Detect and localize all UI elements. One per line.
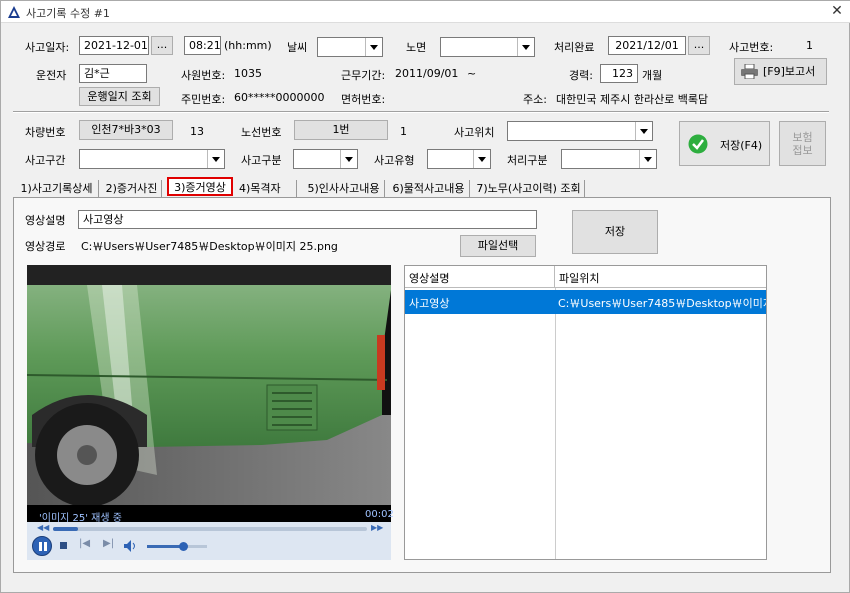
save-f4-label: 저장(F4): [720, 139, 763, 152]
road-label: 노면: [406, 41, 427, 54]
emp-no-value: 1035: [234, 67, 262, 80]
row-path-cell: C:￦Users￦User7485￦Desktop￦이미지 25.png: [558, 297, 766, 310]
grid-header-desc[interactable]: 영상설명: [405, 266, 555, 288]
rrn-label: 주민번호:: [181, 93, 226, 106]
video-player[interactable]: '이미지 25' 재생 중 00:02 ◀◀ ▶▶ |◀ ▶|: [27, 265, 394, 560]
weather-combo[interactable]: [317, 37, 383, 57]
playback-time: 00:02: [365, 509, 394, 520]
route-button[interactable]: 1번: [294, 120, 388, 140]
chevron-down-icon[interactable]: [340, 150, 357, 168]
pause-icon[interactable]: [32, 536, 52, 556]
done-label: 처리완료: [554, 41, 595, 54]
type-label: 사고구분: [241, 154, 282, 167]
volume-knob[interactable]: [179, 542, 188, 551]
accident-edit-window: 사고기록 수정 #1 ✕ 사고일자: 2021-12-01 ... 08:21 …: [0, 0, 850, 593]
row-desc-cell: 사고영상: [409, 297, 450, 310]
rewind-icon[interactable]: ◀◀: [37, 523, 49, 532]
window-title: 사고기록 수정 #1: [26, 7, 110, 20]
route-code-value: 1: [400, 125, 407, 138]
seek-progress: [53, 527, 78, 531]
car-code-value: 13: [190, 125, 204, 138]
save-f4-button[interactable]: 저장(F4): [679, 121, 770, 166]
time-format-label: (hh:mm): [224, 39, 272, 52]
chevron-down-icon[interactable]: [207, 150, 224, 168]
driver-field[interactable]: 김*근: [79, 64, 147, 83]
next-icon[interactable]: ▶|: [103, 538, 114, 549]
weather-label: 날씨: [287, 41, 308, 54]
proc-label: 처리구분: [507, 154, 548, 167]
accident-date-field[interactable]: 2021-12-01: [79, 36, 149, 55]
address-label: 주소:: [523, 93, 547, 106]
title-bar: 사고기록 수정 #1 ✕: [1, 1, 850, 23]
video-desc-label: 영상설명: [25, 214, 66, 227]
chevron-down-icon[interactable]: [639, 150, 656, 168]
report-button[interactable]: [F9]보고서: [734, 58, 827, 85]
seek-bar[interactable]: [53, 527, 367, 531]
car-no-label: 차량번호: [25, 126, 66, 139]
location-combo[interactable]: [507, 121, 653, 141]
route-label: 노선번호: [241, 126, 282, 139]
table-row[interactable]: 사고영상 C:￦Users￦User7485￦Desktop￦이미지 25.pn…: [405, 290, 766, 314]
road-combo[interactable]: [440, 37, 535, 57]
video-frame-image: [27, 265, 391, 505]
tab-video[interactable]: 3)증거영상: [167, 177, 233, 196]
rrn-value: 60*****0000000: [234, 91, 325, 104]
report-button-label: [F9]보고서: [763, 65, 816, 78]
car-no-button[interactable]: 인천7*바3*03: [79, 120, 173, 140]
close-icon[interactable]: ✕: [829, 3, 845, 19]
section-label: 사고구간: [25, 154, 66, 167]
location-label: 사고위치: [454, 126, 495, 139]
grid-column-divider: [555, 288, 556, 559]
accident-time-field[interactable]: 08:21: [184, 36, 221, 55]
video-desc-input[interactable]: 사고영상: [78, 210, 537, 229]
career-unit-label: 개월: [642, 69, 663, 82]
accident-date-picker-button[interactable]: ...: [151, 36, 173, 55]
volume-icon[interactable]: [124, 540, 138, 552]
period-value: 2011/09/01: [395, 67, 459, 80]
previous-icon[interactable]: |◀: [79, 538, 90, 549]
type-combo[interactable]: [293, 149, 358, 169]
driver-label: 운전자: [36, 69, 67, 82]
divider: [13, 111, 829, 113]
file-select-button[interactable]: 파일선택: [460, 235, 536, 257]
kind-label: 사고유형: [374, 154, 415, 167]
chevron-down-icon[interactable]: [517, 38, 534, 56]
video-path-label: 영상경로: [25, 240, 66, 253]
address-value: 대한민국 제주시 한라산로 백록담: [556, 93, 709, 106]
fast-forward-icon[interactable]: ▶▶: [371, 523, 383, 532]
chevron-down-icon[interactable]: [635, 122, 652, 140]
period-label: 근무기간:: [341, 69, 386, 82]
app-logo-icon: [8, 6, 20, 18]
accident-no-value: 1: [806, 39, 813, 52]
insurance-button[interactable]: 보험 접보: [779, 121, 826, 166]
operation-log-button[interactable]: 운행일지 조회: [79, 87, 160, 106]
kind-combo[interactable]: [427, 149, 491, 169]
chevron-down-icon[interactable]: [365, 38, 382, 56]
done-date-field[interactable]: 2021/12/01: [608, 36, 686, 55]
stop-icon[interactable]: [60, 542, 67, 549]
printer-icon: [741, 64, 758, 79]
period-separator: ~: [467, 67, 477, 80]
chevron-down-icon[interactable]: [473, 150, 490, 168]
volume-level: [147, 545, 183, 548]
done-date-picker-button[interactable]: ...: [688, 36, 710, 55]
career-field[interactable]: 123: [600, 64, 638, 83]
video-save-button[interactable]: 저장: [572, 210, 658, 254]
proc-combo[interactable]: [561, 149, 657, 169]
accident-no-label: 사고번호:: [729, 41, 774, 54]
section-combo[interactable]: [79, 149, 225, 169]
emp-no-label: 사원번호:: [181, 69, 226, 82]
check-icon: [688, 134, 708, 154]
video-list-grid: 영상설명 파일위치 사고영상 C:￦Users￦User7485￦Desktop…: [404, 265, 767, 560]
accident-date-label: 사고일자:: [25, 41, 70, 54]
career-label: 경력:: [569, 69, 593, 82]
license-label: 면허번호:: [341, 93, 386, 106]
video-path-value: C:￦Users￦User7485￦Desktop￦이미지 25.png: [81, 240, 338, 253]
grid-header-path[interactable]: 파일위치: [555, 266, 766, 288]
